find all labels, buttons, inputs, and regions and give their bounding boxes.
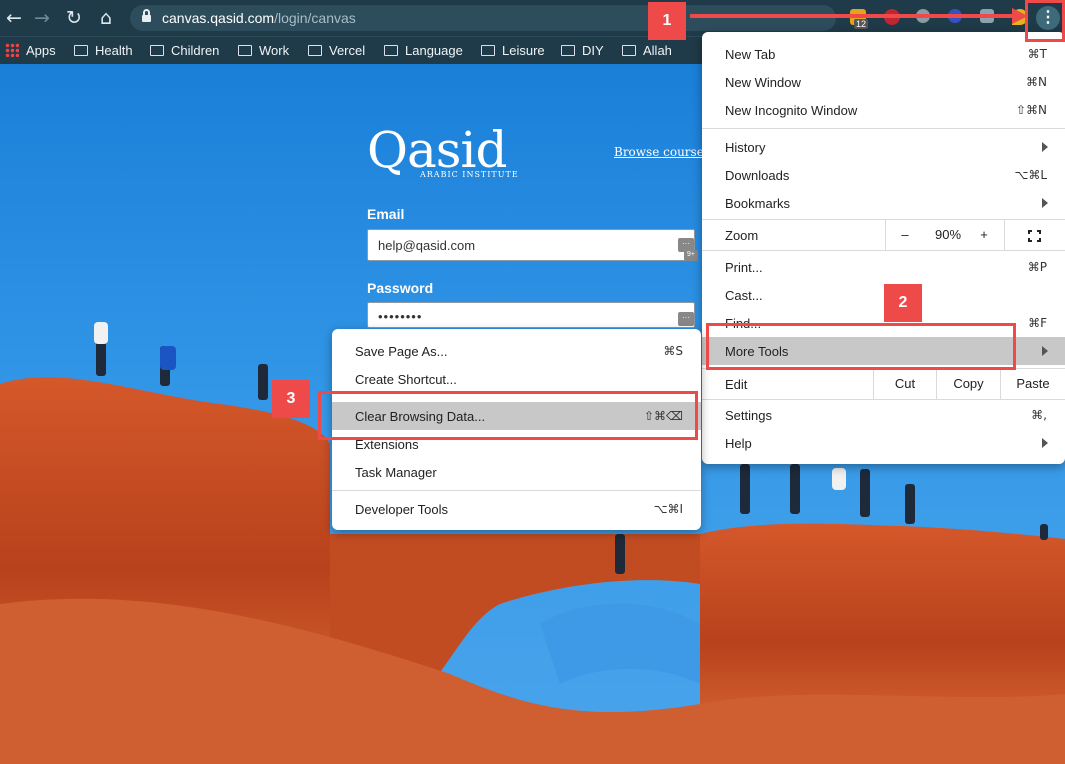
- menu-item-save-page[interactable]: Save Page As... ⌘S: [332, 337, 701, 365]
- chrome-main-menu: New Tab ⌘T New Window ⌘N New Incognito W…: [702, 32, 1065, 464]
- menu-item-print[interactable]: Print... ⌘P: [702, 253, 1065, 281]
- bookmark-folder[interactable]: Work: [238, 43, 289, 58]
- annotation-step-2: 2: [884, 284, 922, 322]
- url-host: canvas.qasid.com: [162, 10, 275, 26]
- submenu-arrow-icon: [1042, 438, 1048, 448]
- zoom-in-button[interactable]: +: [972, 220, 996, 250]
- bookmark-apps[interactable]: Apps: [5, 43, 56, 58]
- bookmark-folder[interactable]: Health: [74, 43, 133, 58]
- browse-courses-link[interactable]: Browse courses: [614, 145, 710, 159]
- folder-icon: [481, 45, 495, 56]
- menu-item-new-window[interactable]: New Window ⌘N: [702, 68, 1065, 96]
- folder-icon: [74, 45, 88, 56]
- submenu-arrow-icon: [1042, 142, 1048, 152]
- submenu-arrow-icon: [1042, 346, 1048, 356]
- email-label: Email: [367, 206, 405, 222]
- bookmark-folder[interactable]: Children: [150, 43, 219, 58]
- menu-separator: [332, 490, 701, 491]
- annotation-arrow: [690, 8, 1028, 24]
- annotation-step-1: 1: [648, 2, 686, 40]
- menu-separator: [702, 128, 1065, 129]
- bookmark-folder[interactable]: Language: [384, 43, 463, 58]
- menu-item-new-tab[interactable]: New Tab ⌘T: [702, 40, 1065, 68]
- menu-separator: [702, 250, 1065, 251]
- back-arrow-icon[interactable]: ←: [2, 6, 26, 30]
- edit-cut-button[interactable]: Cut: [874, 369, 936, 399]
- menu-item-zoom: Zoom – 90% +: [702, 220, 1065, 250]
- menu-item-new-incognito[interactable]: New Incognito Window ⇧⌘N: [702, 96, 1065, 124]
- bookmark-folder[interactable]: Allah: [622, 43, 672, 58]
- bookmark-folder[interactable]: Leisure: [481, 43, 545, 58]
- home-icon[interactable]: ⌂: [94, 6, 118, 30]
- menu-separator: [702, 399, 1065, 400]
- annotation-highlight-more-tools: [706, 323, 1016, 370]
- menu-item-help[interactable]: Help: [702, 429, 1065, 457]
- email-field[interactable]: help@qasid.com: [367, 229, 695, 261]
- fullscreen-icon[interactable]: [1028, 230, 1041, 242]
- logo-subtitle: ARABIC INSTITUTE: [420, 170, 519, 179]
- zoom-out-button[interactable]: –: [886, 220, 924, 250]
- zoom-level: 90%: [934, 227, 962, 242]
- menu-item-task-manager[interactable]: Task Manager: [332, 458, 701, 486]
- menu-item-edit: Edit Cut Copy Paste: [702, 369, 1065, 399]
- menu-item-developer-tools[interactable]: Developer Tools ⌥⌘I: [332, 495, 701, 523]
- edit-copy-button[interactable]: Copy: [937, 369, 1000, 399]
- password-manager-icon[interactable]: ···: [678, 312, 694, 326]
- annotation-highlight-clear-browsing: [318, 391, 698, 440]
- edit-paste-button[interactable]: Paste: [1001, 369, 1065, 399]
- reload-icon[interactable]: ↻: [62, 6, 86, 30]
- annotation-highlight-menu-button: [1025, 0, 1065, 42]
- bookmark-folder[interactable]: Vercel: [308, 43, 365, 58]
- bookmark-folder[interactable]: DIY: [561, 43, 604, 58]
- password-value: ••••••••: [378, 309, 423, 324]
- menu-item-downloads[interactable]: Downloads ⌥⌘L: [702, 161, 1065, 189]
- folder-icon: [384, 45, 398, 56]
- password-label: Password: [367, 280, 434, 296]
- folder-icon: [308, 45, 322, 56]
- folder-icon: [238, 45, 252, 56]
- forward-arrow-icon[interactable]: →: [30, 6, 54, 30]
- lock-icon: [142, 9, 151, 23]
- url-path: /login/canvas: [274, 10, 356, 26]
- annotation-step-3: 3: [272, 380, 310, 418]
- email-value: help@qasid.com: [378, 238, 476, 253]
- folder-icon: [150, 45, 164, 56]
- menu-item-history[interactable]: History: [702, 133, 1065, 161]
- password-field[interactable]: ••••••••: [367, 302, 695, 328]
- menu-item-settings[interactable]: Settings ⌘,: [702, 401, 1065, 429]
- menu-item-bookmarks[interactable]: Bookmarks: [702, 189, 1065, 217]
- apps-grid-icon: [5, 43, 19, 57]
- password-manager-badge: 9+: [684, 250, 698, 261]
- folder-icon: [561, 45, 575, 56]
- menu-item-create-shortcut[interactable]: Create Shortcut...: [332, 365, 701, 393]
- folder-icon: [622, 45, 636, 56]
- submenu-arrow-icon: [1042, 198, 1048, 208]
